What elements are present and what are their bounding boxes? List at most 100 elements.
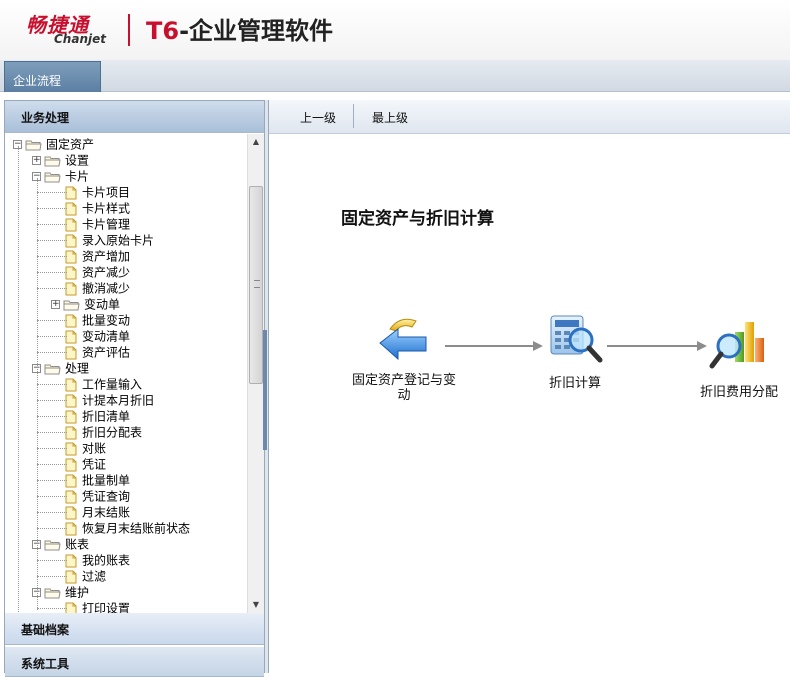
brand-logo-en: Chanjet [54, 32, 106, 46]
tree-item[interactable]: 凭证查询 [65, 488, 130, 504]
flow-title: 固定资产与折旧计算 [341, 209, 494, 229]
section-basic-archives[interactable]: 基础档案 [5, 613, 264, 645]
tree-connector [37, 256, 67, 257]
tree-item-label: 卡片样式 [82, 201, 131, 216]
tree-item-label: 变动单 [84, 297, 121, 312]
tree-item-label: 对账 [82, 441, 107, 456]
tree-item-label: 账表 [65, 537, 90, 552]
tree-item[interactable]: 资产减少 [65, 264, 130, 280]
tree-item-label: 折旧清单 [82, 409, 131, 424]
back-arrow-icon [379, 318, 427, 361]
left-nav-panel: 业务处理 − 固定资产 + 设置 − 卡片 卡片项目 卡片样式 卡片管理 录入原始卡片 资产增加 资产… [4, 100, 265, 677]
tree-connector [37, 320, 67, 321]
flow-node-depreciation-calc[interactable]: 折旧计算 [525, 310, 625, 391]
tree-item[interactable]: 批量制单 [65, 472, 130, 488]
tree-item[interactable]: 月末结账 [65, 504, 130, 520]
splitter-handle[interactable] [263, 330, 267, 450]
expand-icon[interactable]: + [32, 156, 41, 165]
tree-item[interactable]: 折旧分配表 [65, 424, 142, 440]
tree-connector [37, 448, 67, 449]
tree-item-label: 批量变动 [82, 313, 131, 328]
tree-item[interactable]: 卡片管理 [65, 216, 130, 232]
tree-item[interactable]: 卡片样式 [65, 200, 130, 216]
up-level-button[interactable]: 上一级 [300, 109, 336, 126]
folder-icon [44, 540, 61, 550]
brand-divider [128, 14, 130, 46]
tree-connector [37, 400, 67, 401]
tree-item[interactable]: − 维护 [32, 584, 89, 600]
tree-item[interactable]: 凭证 [65, 456, 106, 472]
tree-item[interactable]: 资产增加 [65, 248, 130, 264]
tree-item-label: 处理 [65, 361, 90, 376]
flow-node-asset-register[interactable]: 固定资产登记与变 动 [339, 315, 469, 403]
top-level-button[interactable]: 最上级 [372, 109, 408, 126]
tree-item[interactable]: 变动清单 [65, 328, 130, 344]
tree-item-label: 计提本月折旧 [82, 393, 155, 408]
scroll-thumb[interactable] [249, 186, 263, 384]
tree-item[interactable]: 我的账表 [65, 552, 130, 568]
tree-item-label: 月末结账 [82, 505, 131, 520]
tree-item-label: 打印设置 [82, 601, 131, 614]
product-suffix: -企业管理软件 [179, 17, 334, 45]
tree-item[interactable]: 恢复月末结账前状态 [65, 520, 190, 536]
scroll-down-icon[interactable]: ▼ [248, 597, 264, 613]
product-prefix: T6 [146, 17, 180, 45]
tree-item[interactable]: 资产评估 [65, 344, 130, 360]
tree-connector [37, 432, 67, 433]
tree-item[interactable]: 折旧清单 [65, 408, 130, 424]
function-tree: − 固定资产 + 设置 − 卡片 卡片项目 卡片样式 卡片管理 录入原始卡片 资产增加 资产减少 撤消减… [5, 134, 247, 613]
flow-node-label: 固定资产登记与变 [351, 373, 456, 388]
tree-item-label: 过滤 [82, 569, 107, 584]
tree-item[interactable]: 工作量输入 [65, 376, 142, 392]
folder-icon [44, 156, 61, 166]
tree-item[interactable]: − 固定资产 [13, 136, 94, 152]
tree-connector [37, 528, 67, 529]
tree-item[interactable]: 计提本月折旧 [65, 392, 154, 408]
tree-item[interactable]: + 变动单 [51, 296, 120, 312]
tree-item-label: 卡片项目 [82, 185, 131, 200]
tree-item[interactable]: 撤消减少 [65, 280, 130, 296]
tree-item-label: 我的账表 [82, 553, 131, 568]
tree-scrollbar[interactable]: ▲ ▼ [247, 134, 264, 613]
tree-connector [37, 480, 67, 481]
tree-connector [37, 416, 67, 417]
tree-connector [37, 178, 38, 610]
tree-item[interactable]: 打印设置 [65, 600, 130, 613]
tree-item-label: 资产减少 [82, 265, 131, 280]
tree-connector [37, 272, 67, 273]
tree-connector [37, 208, 67, 209]
tree-item-label: 设置 [65, 153, 90, 168]
folder-icon [44, 588, 61, 598]
flow-pane: 上一级 最上级 固定资产与折旧计算 固定资产登记与变 动 折旧计算 折旧费用分配 [268, 100, 790, 673]
tree-connector [18, 146, 19, 613]
product-title: T6-企业管理软件 [146, 11, 333, 46]
folder-icon [44, 172, 61, 182]
top-tab-bar: 企业流程 [0, 60, 790, 92]
tree-item-label: 变动清单 [82, 329, 131, 344]
tree-item[interactable]: 录入原始卡片 [65, 232, 154, 248]
tree-connector [37, 496, 67, 497]
tree-item[interactable]: − 卡片 [32, 168, 89, 184]
tree-item[interactable]: 卡片项目 [65, 184, 130, 200]
tree-item[interactable]: 批量变动 [65, 312, 130, 328]
scroll-up-icon[interactable]: ▲ [248, 134, 264, 150]
tree-connector [37, 560, 67, 561]
tree-item[interactable]: − 账表 [32, 536, 89, 552]
tree-item[interactable]: − 处理 [32, 360, 89, 376]
flow-toolbar: 上一级 最上级 [269, 100, 790, 134]
tree-item-label: 录入原始卡片 [82, 233, 155, 248]
tab-enterprise-flow[interactable]: 企业流程 [4, 61, 101, 92]
tree-item-label: 维护 [65, 585, 90, 600]
tree-item[interactable]: 过滤 [65, 568, 106, 584]
tree-item[interactable]: 对账 [65, 440, 106, 456]
expand-icon[interactable]: + [51, 300, 60, 309]
app-header: 畅捷通 Chanjet T6-企业管理软件 [0, 0, 790, 60]
tree-item[interactable]: + 设置 [32, 152, 89, 168]
tree-item-label: 资产评估 [82, 345, 131, 360]
tree-connector [37, 288, 67, 289]
tree-connector [37, 608, 67, 609]
tree-connector [37, 224, 67, 225]
flow-node-depreciation-allocation[interactable]: 折旧费用分配 [689, 316, 789, 400]
tree-item-label: 折旧分配表 [82, 425, 143, 440]
section-business[interactable]: 业务处理 [5, 101, 264, 133]
